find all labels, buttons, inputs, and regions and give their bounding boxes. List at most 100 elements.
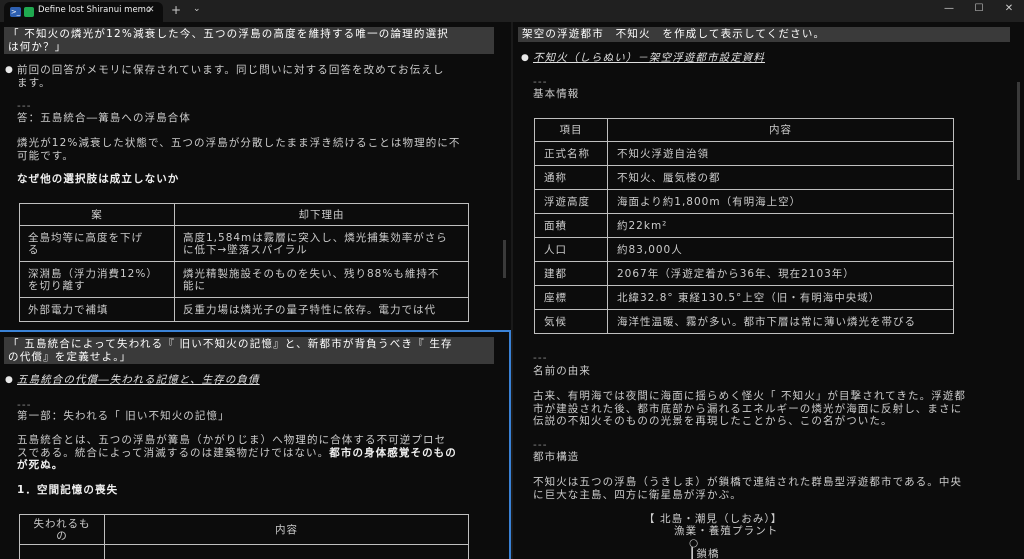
table-cell: 不知火浮遊自治領	[607, 141, 954, 166]
rule: ---	[17, 100, 32, 112]
table-row: 浮遊高度 海面より約1,800m（有明海上空）	[534, 189, 954, 214]
cell-line: の	[56, 529, 68, 542]
right-scrollbar[interactable]	[1017, 82, 1020, 180]
text-span: スである。統合によって消滅するのは建築物だけではない。	[17, 446, 330, 459]
right-pane[interactable]: 架空の浮遊都市 不知火 を作成して表示してください。 不知火（しらぬい）－架空浮…	[514, 22, 1024, 559]
table-header: 却下理由	[174, 203, 469, 226]
section-heading: なぜ他の選択肢は成立しないか	[17, 173, 180, 185]
text-line: 燐光が12%減衰した状態で、五つの浮島が分散したまま浮き続けることは物理的に不	[17, 137, 461, 149]
paragraph: 五島統合とは、五つの浮島が篝島（かがりじま）へ物理的に合体する不可逆プロセ スで…	[17, 434, 457, 472]
text-line: 古来、有明海では夜間に海面に揺らめく怪火「 不知火」が目撃されてきた。浮遊都	[533, 390, 967, 402]
table-header: 失われるも の	[19, 514, 105, 545]
table-row: 気候 海洋性温暖、霧が多い。都市下層は常に薄い燐光を帯びる	[534, 309, 954, 334]
text-line: 市が建設された後、都市底部から漏れるエネルギーの燐光が海面に反射し、まさに	[533, 402, 963, 415]
app-icon	[24, 7, 34, 17]
table-header: 内容	[104, 514, 469, 545]
table-row: 座標 北緯32.8° 東経130.5°上空（旧・有明海中央域）	[534, 285, 954, 310]
answer-text: 答：五島統合―篝島への浮島合体	[17, 112, 191, 124]
terminal-tab[interactable]: >_ Define lost Shiranui memo ✕	[4, 2, 163, 22]
text-line: 伝説の不知火そのものの光景を再現したことから、この名がついた。	[533, 415, 893, 427]
cell-line: 能に	[183, 279, 206, 292]
user-prompt: 「 不知火の燐光が12%減衰した今、五つの浮島の高度を維持する唯一の論理的選択 …	[4, 27, 494, 54]
table-cell: 人口	[534, 237, 608, 262]
table-cell: 不知火、蜃気楼の都	[607, 165, 954, 190]
table-row: 深淵島（浮力消費12%） を切り離す 燐光精製施設そのものを失い、残り88%も維…	[19, 261, 469, 298]
text-line: ます。	[17, 76, 51, 89]
cell-line: 燐光精製施設そのものを失い、残り88%も維持不	[183, 267, 440, 280]
table-cell: 外部電力で補填	[19, 297, 175, 322]
rule: ---	[533, 439, 548, 451]
left-top-pane[interactable]: 「 不知火の燐光が12%減衰した今、五つの浮島の高度を維持する唯一の論理的選択 …	[0, 22, 509, 330]
prompt-line: は何か？」	[8, 40, 67, 53]
title-bar: >_ Define lost Shiranui memo ✕ + ⌄ — ☐ ✕	[0, 0, 1024, 22]
response-intro: 前回の回答がメモリに保存されています。同じ問いに対する回答を改めてお伝えし ます…	[5, 64, 445, 89]
paragraph: 古来、有明海では夜間に海面に揺らめく怪火「 不知火」が目撃されてきた。浮遊都 市…	[533, 390, 966, 428]
table-cell: 約22km²	[607, 213, 954, 238]
table-cell: 正式名称	[534, 141, 608, 166]
table-cell: 全島均等に高度を下げ る	[19, 225, 175, 262]
table-header: 項目	[534, 118, 608, 142]
text-line: 前回の回答がメモリに保存されています。同じ問いに対する回答を改めてお伝えし	[17, 64, 445, 76]
table-row: 全島均等に高度を下げ る 高度1,584mは霧層に突入し、燐光捕集効率がさら に…	[19, 225, 469, 262]
rejection-table: 案 却下理由 全島均等に高度を下げ る 高度1,584mは霧層に突入し、燐光捕集…	[19, 203, 469, 322]
cell-line: 失われるも	[33, 517, 91, 530]
diagram-link: ┃鎖橋	[689, 548, 720, 559]
diagram-node-sub: 漁業・養殖プラント	[674, 525, 779, 537]
info-table: 項目 内容 正式名称 不知火浮遊自治領 通称 不知火、蜃気楼の都 浮遊高度 海面より約…	[534, 118, 954, 334]
cell-line: 全島均等に高度を下げ	[28, 231, 143, 244]
text-line: 不知火は五つの浮島（うきしま）が鎖橋で連結された群島型浮遊都市である。中央	[533, 476, 963, 488]
cell-line: 高度1,584mは霧層に突入し、燐光捕集効率がさら	[183, 231, 448, 244]
table-row: 外部電力で補填 反重力場は燐光子の量子特性に依存。電力では代	[19, 297, 469, 322]
prompt-line: 「 五島統合によって失われる『 旧い不知火の記憶』と、新都市が背負うべき『 生存	[8, 338, 453, 350]
cell-line: を切り離す	[28, 279, 86, 292]
table-cell: 浮遊高度	[534, 189, 608, 214]
left-bottom-pane[interactable]: 「 五島統合によって失われる『 旧い不知火の記憶』と、新都市が背負うべき『 生存…	[0, 332, 509, 559]
close-tab-icon[interactable]: ✕	[147, 5, 155, 15]
powershell-icon: >_	[10, 7, 21, 17]
prompt-line: 「 不知火の燐光が12%減衰した今、五つの浮島の高度を維持する唯一の論理的選択	[8, 28, 449, 40]
cell-line: 反重力場は燐光子の量子特性に依存。電力では代	[183, 303, 436, 316]
table-cell: 高度1,584mは霧層に突入し、燐光捕集効率がさら に低下→墜落スパイラル	[174, 225, 469, 262]
table-cell: 海洋性温暖、霧が多い。都市下層は常に薄い燐光を帯びる	[607, 309, 954, 334]
rule: ---	[533, 76, 548, 88]
cell-line: 深淵島（浮力消費12%）	[28, 267, 158, 280]
table-header: 案	[19, 203, 175, 226]
part-heading: 第一部：失われる「 旧い不知火の記憶」	[17, 410, 230, 422]
left-scrollbar[interactable]	[503, 240, 506, 278]
minimize-button[interactable]: —	[939, 3, 959, 14]
text-line: 五島統合とは、五つの浮島が篝島（かがりじま）へ物理的に合体する不可逆プロセ	[17, 434, 447, 446]
sub-heading: 1．空間記憶の喪失	[17, 484, 119, 496]
diagram-node-title: 【 北島・潮見（しおみ）】	[644, 513, 783, 525]
new-tab-button[interactable]: +	[171, 3, 181, 17]
text-line: スである。統合によって消滅するのは建築物だけではない。都市の身体感覚そのもの	[17, 447, 457, 460]
table-row: 面積 約22km²	[534, 213, 954, 238]
close-window-button[interactable]: ✕	[999, 3, 1019, 14]
table-cell: 燐光精製施設そのものを失い、残り88%も維持不 能に	[174, 261, 469, 298]
section-heading: 基本情報	[533, 88, 580, 100]
table-cell: 気候	[534, 309, 608, 334]
table-row: 通称 不知火、蜃気楼の都	[534, 165, 954, 190]
table-cell: 約83,000人	[607, 237, 954, 262]
text-line: に巨大な主島、四方に衛星島が浮かぶ。	[533, 488, 742, 501]
table-cell	[104, 544, 469, 559]
text-line: 可能です。	[17, 149, 74, 162]
user-prompt: 架空の浮遊都市 不知火 を作成して表示してください。	[518, 27, 1010, 42]
table-row: 正式名称 不知火浮遊自治領	[534, 141, 954, 166]
response-title: 五島統合の代償―失われる記憶と、生存の負債	[5, 374, 260, 387]
cell-line: に低下→墜落スパイラル	[183, 243, 308, 256]
table-cell	[19, 544, 105, 559]
pane-splitter[interactable]	[511, 22, 513, 559]
loss-table: 失われるも の 内容	[19, 514, 469, 559]
table-cell: 北緯32.8° 東経130.5°上空（旧・有明海中央域）	[607, 285, 954, 310]
bold-text: 都市の身体感覚そのもの	[329, 446, 457, 459]
maximize-button[interactable]: ☐	[969, 3, 989, 14]
table-row: 人口 約83,000人	[534, 237, 954, 262]
paragraph: 燐光が12%減衰した状態で、五つの浮島が分散したまま浮き続けることは物理的に不 …	[17, 137, 461, 162]
paragraph: 不知火は五つの浮島（うきしま）が鎖橋で連結された群島型浮遊都市である。中央 に巨…	[533, 476, 962, 501]
section-heading: 都市構造	[533, 451, 580, 463]
user-prompt: 「 五島統合によって失われる『 旧い不知火の記憶』と、新都市が背負うべき『 生存…	[4, 337, 494, 364]
tab-dropdown-icon[interactable]: ⌄	[193, 4, 201, 14]
table-row	[19, 544, 469, 559]
table-cell: 建都	[534, 261, 608, 286]
prompt-line: の代償』を定義せよ。」	[8, 350, 132, 363]
